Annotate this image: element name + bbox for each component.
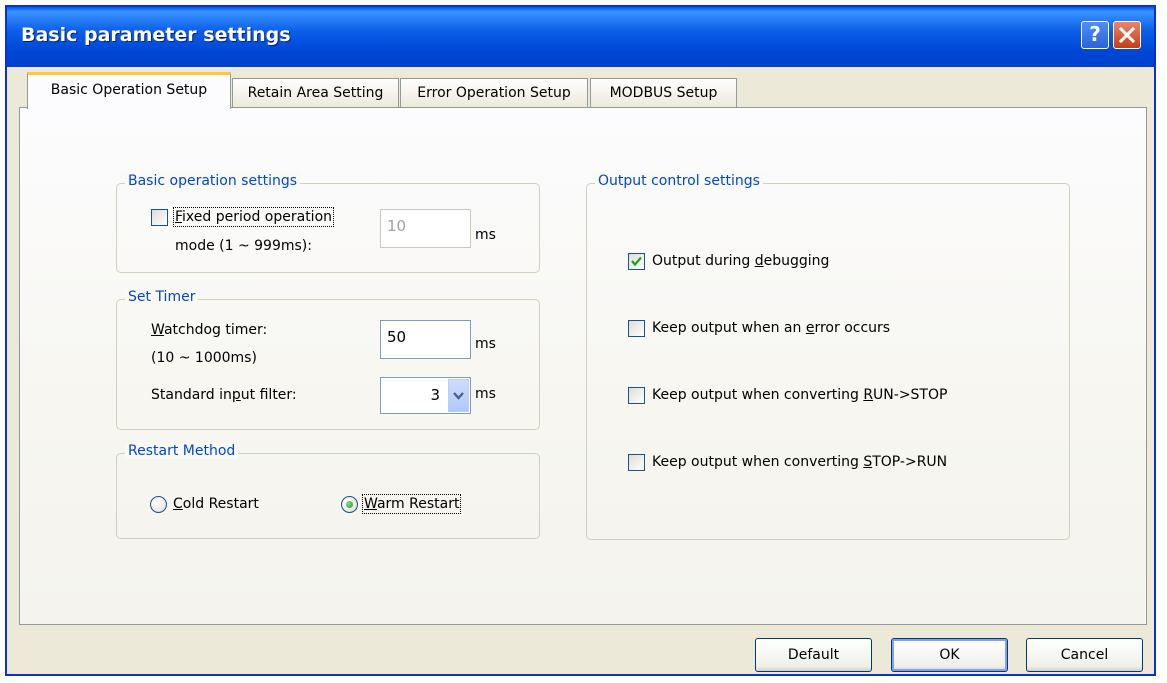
basic-operation-legend: Basic operation settings <box>125 173 301 189</box>
cancel-button[interactable]: Cancel <box>1026 638 1143 672</box>
close-button[interactable] <box>1113 21 1141 49</box>
help-button[interactable]: ? <box>1081 21 1109 49</box>
keep-output-error-label: Keep output when an error occurs <box>652 320 891 336</box>
keep-output-stop-run-checkbox[interactable] <box>628 454 645 471</box>
fixed-period-label: Fixed period operation <box>172 207 335 227</box>
tab-error-operation-setup[interactable]: Error Operation Setup <box>400 78 588 108</box>
warm-restart-label: Warm Restart <box>361 494 462 514</box>
fixed-period-unit: ms <box>475 227 496 243</box>
fixed-period-range: mode (1 ~ 999ms): <box>175 238 312 254</box>
warm-restart-selected-dot <box>346 501 353 508</box>
keep-output-error-checkbox[interactable] <box>628 320 645 337</box>
checkmark-icon <box>631 256 642 267</box>
watchdog-range: (10 ~ 1000ms) <box>151 350 257 366</box>
keep-output-stop-run-label: Keep output when converting STOP->RUN <box>652 454 948 470</box>
chevron-down-icon <box>453 392 464 400</box>
ok-button[interactable]: OK <box>891 638 1008 672</box>
dialog-title: Basic parameter settings <box>21 24 291 46</box>
set-timer-legend: Set Timer <box>125 289 199 305</box>
watchdog-label: Watchdog timer: <box>151 322 268 338</box>
fixed-period-input[interactable]: 10 <box>380 209 471 248</box>
watchdog-unit: ms <box>475 336 496 352</box>
restart-method-group: Restart Method Cold Restart Warm Restart <box>116 443 540 539</box>
input-filter-value: 3 <box>430 386 440 404</box>
restart-method-legend: Restart Method <box>125 443 239 459</box>
cold-restart-radio[interactable] <box>150 496 167 513</box>
keep-output-run-stop-checkbox[interactable] <box>628 387 645 404</box>
input-filter-dropdown-button[interactable] <box>448 379 469 412</box>
input-filter-label: Standard input filter: <box>151 387 297 403</box>
input-filter-select[interactable]: 3 <box>380 377 471 414</box>
fixed-period-checkbox[interactable] <box>151 209 168 226</box>
tab-panel: Basic operation settings Fixed period op… <box>19 107 1147 625</box>
basic-operation-group: Basic operation settings Fixed period op… <box>116 173 540 273</box>
output-debugging-checkbox[interactable] <box>628 253 645 270</box>
title-bar[interactable]: Basic parameter settings ? <box>7 7 1154 67</box>
output-debugging-label: Output during debugging <box>652 253 830 269</box>
default-button[interactable]: Default <box>755 638 872 672</box>
cold-restart-label: Cold Restart <box>173 496 259 512</box>
warm-restart-radio[interactable] <box>341 496 358 513</box>
close-icon <box>1119 27 1135 43</box>
set-timer-group: Set Timer Watchdog timer: (10 ~ 1000ms) … <box>116 289 540 430</box>
tab-modbus-setup[interactable]: MODBUS Setup <box>590 78 737 108</box>
input-filter-unit: ms <box>475 386 496 402</box>
watchdog-input[interactable]: 50 <box>380 320 471 359</box>
tab-retain-area-setting[interactable]: Retain Area Setting <box>232 78 399 108</box>
output-control-group: Output control settings Output during de… <box>586 173 1070 540</box>
output-control-legend: Output control settings <box>595 173 763 189</box>
keep-output-run-stop-label: Keep output when converting RUN->STOP <box>652 387 948 403</box>
dialog-window: Basic parameter settings ? Basic Operati… <box>5 5 1156 676</box>
tab-basic-operation-setup[interactable]: Basic Operation Setup <box>27 72 231 109</box>
